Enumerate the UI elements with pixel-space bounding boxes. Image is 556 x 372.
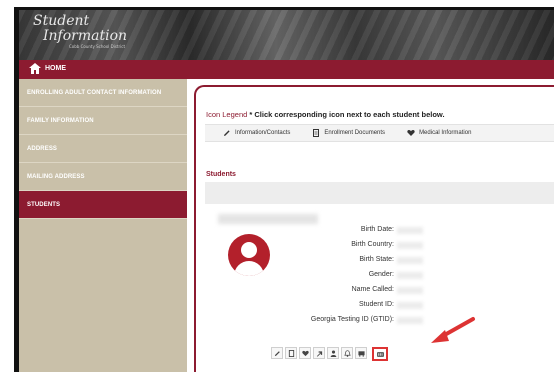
logo-line-3: Cobb County School District xyxy=(69,44,126,49)
students-header-bar xyxy=(205,182,554,204)
home-label: HOME xyxy=(45,65,66,72)
sidebar: ENROLLING ADULT CONTACT INFORMATION FAMI… xyxy=(19,79,187,372)
heart-icon xyxy=(407,129,415,136)
pencil-icon xyxy=(224,130,230,136)
field-gtid: Georgia Testing ID (GTID): xyxy=(310,316,394,323)
value-redacted xyxy=(397,227,423,234)
site-logo[interactable]: Student Information Cobb County School D… xyxy=(33,13,128,50)
annotation-arrow-icon xyxy=(431,317,475,343)
field-gender: Gender: xyxy=(368,271,394,278)
sidebar-item-adult-contact[interactable]: ENROLLING ADULT CONTACT INFORMATION xyxy=(19,79,187,107)
edit-info-button[interactable] xyxy=(271,347,283,359)
value-redacted xyxy=(397,302,423,309)
icon-legend-bar: Information/Contacts Enrollment Document… xyxy=(205,124,554,142)
screenshot-frame: Student Information Cobb County School D… xyxy=(0,0,556,372)
sidebar-item-label: STUDENTS xyxy=(27,201,61,208)
browser-viewport: Student Information Cobb County School D… xyxy=(14,7,554,372)
legend-item-label: Information/Contacts xyxy=(235,130,291,136)
field-student-id: Student ID: xyxy=(358,301,394,308)
student-name-redacted xyxy=(218,214,318,224)
avatar-body xyxy=(234,261,264,276)
sidebar-item-address[interactable]: ADDRESS xyxy=(19,135,187,163)
notification-button[interactable] xyxy=(341,347,353,359)
sidebar-item-label: MAILING ADDRESS xyxy=(27,173,85,180)
heart-icon xyxy=(301,350,309,356)
field-birth-date: Birth Date: xyxy=(360,226,394,233)
legend-item-information-contacts: Information/Contacts xyxy=(223,129,290,137)
share-button[interactable] xyxy=(313,347,325,359)
legend-item-label: Enrollment Documents xyxy=(324,130,386,136)
sidebar-item-label: ENROLLING ADULT CONTACT INFORMATION xyxy=(27,89,162,96)
student-card: Birth Date: Birth Country: Birth State: … xyxy=(214,214,554,372)
main-content: Icon Legend * Click corresponding icon n… xyxy=(194,85,554,372)
sidebar-item-mailing-address[interactable]: MAILING ADDRESS xyxy=(19,163,187,191)
icon-legend-title: Icon Legend * Click corresponding icon n… xyxy=(206,110,445,119)
documents-button[interactable] xyxy=(285,347,297,359)
legend-item-enrollment-documents: Enrollment Documents xyxy=(312,129,385,137)
field-name-called: Name Called: xyxy=(351,286,394,293)
value-redacted xyxy=(397,242,423,249)
logo-line-2: Information xyxy=(43,28,128,44)
share-arrow-icon xyxy=(316,350,322,357)
id-card-button[interactable] xyxy=(372,347,388,361)
document-icon xyxy=(288,349,294,357)
bell-icon xyxy=(343,349,351,357)
medical-button[interactable] xyxy=(299,347,311,359)
person-icon xyxy=(330,349,336,357)
legend-item-label: Medical Information xyxy=(419,130,472,136)
document-icon xyxy=(313,129,320,137)
field-birth-state: Birth State: xyxy=(359,256,394,263)
sidebar-item-family-information[interactable]: FAMILY INFORMATION xyxy=(19,107,187,135)
header-banner: Student Information Cobb County School D… xyxy=(19,10,554,60)
student-avatar-icon xyxy=(228,234,270,276)
students-section-title: Students xyxy=(206,171,236,178)
pencil-icon xyxy=(274,350,280,356)
person-button[interactable] xyxy=(327,347,339,359)
legend-title-prefix: Icon Legend xyxy=(206,110,248,119)
legend-item-medical-information: Medical Information xyxy=(407,129,471,137)
bus-icon xyxy=(357,350,365,357)
avatar-head xyxy=(241,242,257,258)
value-redacted xyxy=(397,317,423,324)
sidebar-item-students[interactable]: STUDENTS xyxy=(19,191,187,219)
field-birth-country: Birth Country: xyxy=(351,241,394,248)
value-redacted xyxy=(397,287,423,294)
id-card-icon xyxy=(376,351,384,357)
home-link[interactable]: HOME xyxy=(29,63,66,74)
legend-title-instructions: * Click corresponding icon next to each … xyxy=(249,110,445,119)
sidebar-item-label: FAMILY INFORMATION xyxy=(27,117,94,124)
value-redacted xyxy=(397,257,423,264)
logo-line-1: Student xyxy=(33,13,90,29)
top-navigation: HOME xyxy=(19,60,554,79)
value-redacted xyxy=(397,272,423,279)
student-action-toolbar xyxy=(271,347,388,361)
home-icon xyxy=(29,63,41,74)
sidebar-item-label: ADDRESS xyxy=(27,145,58,152)
transportation-button[interactable] xyxy=(355,347,367,359)
